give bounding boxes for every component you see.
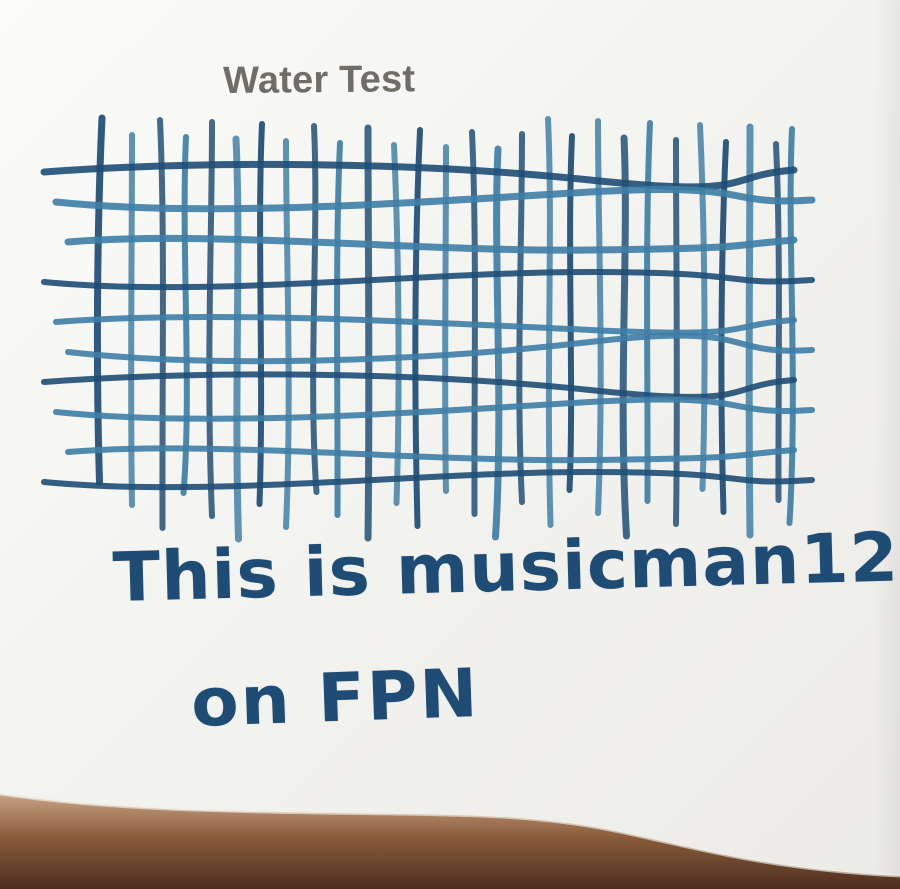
horizontal-ink-stroke (41, 268, 815, 291)
horizontal-ink-lines (40, 160, 816, 491)
vertical-ink-stroke (256, 121, 265, 507)
vertical-ink-stroke (310, 123, 320, 495)
vertical-ink-stroke (283, 138, 292, 530)
horizontal-ink-stroke (64, 234, 798, 254)
vertical-ink-stroke (157, 117, 166, 531)
handwritten-line-1: This is musicman123 (111, 517, 900, 618)
water-test-photo: Water Test This is musicman123 on FPN (0, 0, 900, 889)
vertical-ink-stroke (232, 135, 242, 543)
vertical-ink-stroke (644, 120, 653, 504)
vertical-ink-stroke (745, 123, 754, 539)
horizontal-ink-stroke (52, 186, 816, 213)
horizontal-ink-stroke (53, 396, 815, 422)
vertical-ink-stroke (516, 131, 525, 505)
horizontal-ink-stroke (41, 468, 815, 491)
horizontal-ink-stroke (41, 371, 797, 400)
vertical-ink-stroke (566, 133, 575, 493)
horizontal-ink-stroke (53, 313, 797, 336)
horizontal-ink-stroke (65, 332, 815, 365)
vertical-ink-stroke (412, 127, 423, 529)
vertical-ink-stroke (364, 124, 373, 542)
vertical-ink-stroke (786, 126, 796, 526)
vertical-ink-stroke (697, 122, 708, 492)
handwritten-line-2: on FPN (189, 653, 481, 742)
vertical-ink-stroke (492, 145, 503, 541)
horizontal-ink-stroke (65, 445, 797, 464)
vertical-ink-stroke (545, 116, 554, 528)
vertical-ink-stroke (93, 114, 106, 486)
vertical-ink-stroke (334, 140, 343, 518)
ink-grid-scribble (40, 114, 816, 543)
